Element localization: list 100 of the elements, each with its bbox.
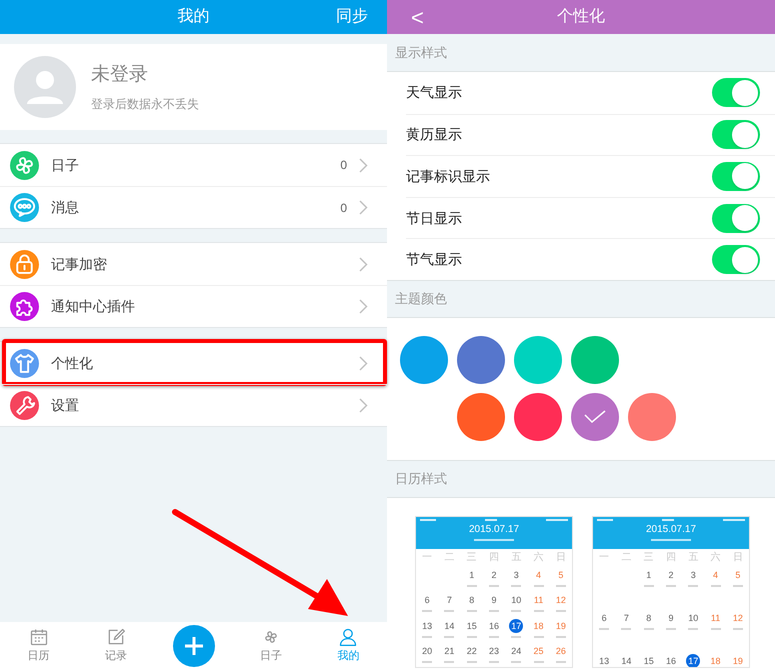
tab-item[interactable]: 日子 (232, 626, 310, 664)
day-number: 19 (554, 620, 567, 633)
day-number: 5 (734, 568, 742, 582)
theme-color-swatch[interactable] (628, 393, 676, 442)
day-number: 8 (645, 612, 652, 625)
day-number: 2 (667, 568, 674, 582)
lunar-date-mark (511, 661, 522, 664)
menu-label: 设置 (51, 396, 79, 415)
lunar-date-mark (556, 636, 566, 638)
day-number: 2 (490, 568, 498, 582)
chevron-icon (359, 200, 368, 215)
day-number: 16 (488, 620, 500, 633)
menu-item[interactable]: 设置 (0, 384, 387, 426)
theme-color-swatch[interactable] (457, 393, 505, 442)
theme-color-swatch[interactable] (400, 336, 448, 384)
edit-icon (106, 626, 126, 647)
menu-item[interactable]: 记事加密 (0, 243, 387, 285)
menu-count: 0 (340, 157, 347, 174)
lunar-date-mark (556, 661, 566, 664)
day-number: 21 (443, 645, 456, 658)
day-number: 1 (645, 568, 652, 582)
menu-label: 个性化 (51, 354, 93, 372)
day-number: 7 (622, 612, 630, 625)
lunar-date-mark (488, 610, 499, 612)
lunar-date-mark (534, 610, 544, 612)
lunar-date-mark (644, 628, 654, 630)
lunar-date-mark (644, 584, 654, 587)
menu-label: 消息 (51, 198, 79, 217)
chevron-icon (359, 256, 368, 272)
toggle-switch[interactable] (712, 120, 760, 150)
toggle-switch[interactable] (712, 245, 760, 274)
day-number: 15 (466, 620, 478, 633)
lunar-date-mark (666, 628, 676, 630)
lunar-date-mark (556, 610, 566, 612)
day-number: 15 (642, 654, 655, 667)
toggle-label: 天气显示 (406, 83, 462, 102)
day-number: 14 (443, 620, 456, 633)
lunar-date-mark (444, 636, 454, 638)
menu-label: 记事加密 (51, 254, 107, 274)
lunar-date-mark (422, 610, 432, 612)
lunar-date-mark (688, 584, 698, 587)
login-hint: 登录后数据永不丢失 (91, 96, 199, 114)
menu-label: 日子 (51, 156, 79, 174)
add-button[interactable] (172, 624, 215, 666)
menu-label: 通知中心插件 (51, 297, 135, 316)
day-number: 26 (554, 645, 567, 658)
theme-color-swatch[interactable] (514, 393, 562, 442)
day-number: 14 (620, 654, 632, 667)
day-number: 18 (532, 620, 545, 633)
lunar-date-mark (444, 661, 454, 664)
chevron-icon (359, 398, 368, 413)
lunar-date-mark (710, 628, 721, 630)
toggle-switch[interactable] (712, 204, 760, 233)
toggle-label: 节气显示 (406, 250, 462, 270)
lunar-date-mark (599, 628, 610, 630)
theme-color-swatch[interactable] (571, 336, 619, 384)
section-header: 显示样式 (395, 44, 447, 62)
section-header: 日历样式 (395, 470, 447, 488)
day-number: 13 (598, 654, 610, 667)
chevron-icon (359, 356, 368, 370)
day-number: 11 (532, 594, 544, 608)
back-button[interactable]: < (411, 0, 424, 34)
day-number: 10 (510, 594, 522, 608)
theme-color-swatch[interactable] (457, 336, 505, 384)
login-status: 未登录 (91, 62, 149, 87)
menu-item[interactable]: 消息 0 (0, 186, 387, 228)
toggle-switch[interactable] (712, 162, 760, 191)
chevron-icon (359, 158, 368, 172)
menu-item[interactable]: 个性化 (0, 342, 387, 384)
menu-item[interactable]: 日子 0 (0, 144, 387, 186)
day-number: 13 (421, 620, 434, 633)
toggle-label: 记事标识显示 (406, 166, 490, 186)
lunar-date-mark (511, 584, 522, 587)
day-number: 9 (667, 612, 674, 625)
day-number: 18 (710, 654, 722, 667)
theme-color-swatch[interactable] (514, 336, 562, 384)
day-number: 4 (535, 568, 542, 582)
lunar-date-mark (732, 584, 743, 587)
day-number: 20 (421, 645, 434, 658)
lunar-date-mark (466, 636, 477, 638)
menu-item[interactable]: 通知中心插件 (0, 285, 387, 327)
lunar-date-mark (444, 610, 454, 612)
lunar-date-mark (422, 661, 432, 664)
lunar-date-mark (710, 584, 721, 587)
profile-card[interactable]: 未登录 登录后数据永不丢失 (0, 44, 387, 130)
day-number: 8 (468, 594, 476, 608)
lunar-date-mark (466, 610, 477, 612)
lunar-date-mark (511, 636, 522, 638)
day-number: 11 (710, 612, 722, 625)
lunar-date-mark (488, 636, 499, 638)
day-number: 4 (712, 568, 720, 582)
theme-color-swatch[interactable] (571, 393, 619, 442)
toggle-switch[interactable] (712, 78, 760, 108)
avatar-icon (14, 56, 76, 118)
tab-item[interactable]: 记录 (77, 626, 155, 664)
calendar-icon (28, 626, 49, 647)
tab-item[interactable]: 日历 (0, 626, 78, 664)
day-number: 17 (686, 654, 700, 667)
day-number: 22 (466, 645, 478, 658)
day-number: 16 (664, 654, 677, 667)
